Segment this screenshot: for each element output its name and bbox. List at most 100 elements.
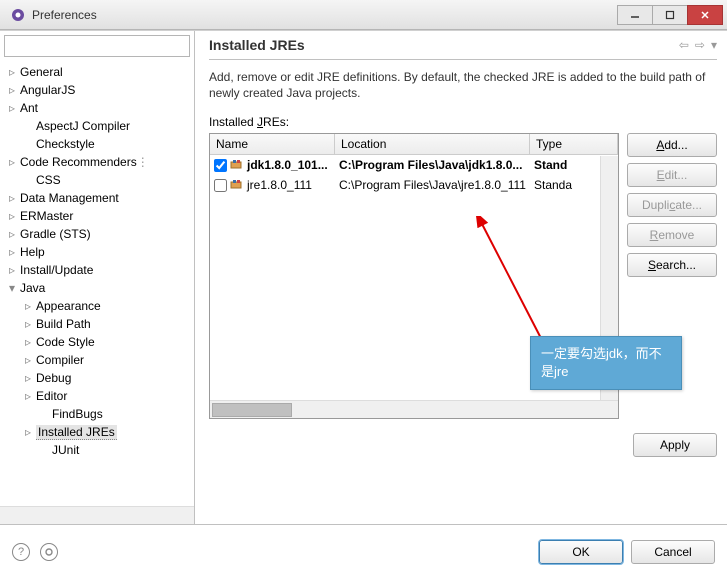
window-controls [618, 5, 723, 25]
back-icon[interactable]: ⇦ [679, 38, 689, 52]
tree-item-install-update[interactable]: ▹Install/Update [0, 261, 194, 279]
table-row[interactable]: jre1.8.0_111C:\Program Files\Java\jre1.8… [210, 175, 618, 195]
chevron-right-icon[interactable]: ▹ [6, 246, 18, 258]
table-header: Name Location Type [210, 134, 618, 155]
chevron-right-icon[interactable]: ▹ [22, 300, 34, 312]
title-bar: Preferences [0, 0, 727, 30]
tree-item-editor[interactable]: ▹Editor [0, 387, 194, 405]
tree-item-gradle-sts-[interactable]: ▹Gradle (STS) [0, 225, 194, 243]
help-icons: ? [12, 543, 539, 561]
tree-item-code-recommenders[interactable]: ▹Code Recommenders ⋮ [0, 153, 194, 171]
filter-input[interactable] [4, 35, 190, 57]
help-icon[interactable]: ? [12, 543, 30, 561]
chevron-right-icon[interactable]: ▹ [22, 318, 34, 330]
chevron-right-icon[interactable]: ▹ [22, 372, 34, 384]
blank-icon[interactable] [22, 120, 34, 132]
tree-item-debug[interactable]: ▹Debug [0, 369, 194, 387]
blank-icon[interactable] [38, 444, 50, 456]
tree-item-label: Code Style [36, 335, 95, 349]
maximize-button[interactable] [652, 5, 688, 25]
tree-item-label: Gradle (STS) [20, 227, 91, 241]
chevron-down-icon[interactable]: ▾ [6, 282, 18, 294]
tree-item-general[interactable]: ▹General [0, 63, 194, 81]
tree-item-css[interactable]: CSS [0, 171, 194, 189]
tree-item-label: Build Path [36, 317, 91, 331]
cancel-button[interactable]: Cancel [631, 540, 715, 564]
col-location[interactable]: Location [335, 134, 530, 154]
dialog-buttons: OK Cancel [539, 540, 715, 564]
jre-table[interactable]: Name Location Type jdk1.8.0_101...C:\Pro… [209, 133, 619, 419]
col-name[interactable]: Name [210, 134, 335, 154]
tree-item-label: FindBugs [52, 407, 103, 421]
chevron-right-icon[interactable]: ▹ [6, 102, 18, 114]
tree-item-help[interactable]: ▹Help [0, 243, 194, 261]
col-type[interactable]: Type [530, 134, 618, 154]
duplicate-button[interactable]: Duplicate... [627, 193, 717, 217]
tree-item-checkstyle[interactable]: Checkstyle [0, 135, 194, 153]
chevron-right-icon[interactable]: ▹ [22, 390, 34, 402]
preferences-tree[interactable]: ▹General▹AngularJS▹AntAspectJ CompilerCh… [0, 61, 194, 506]
remove-button[interactable]: Remove [627, 223, 717, 247]
tree-item-appearance[interactable]: ▹Appearance [0, 297, 194, 315]
tree-item-aspectj-compiler[interactable]: AspectJ Compiler [0, 117, 194, 135]
chevron-right-icon[interactable]: ▹ [22, 426, 34, 438]
import-export-icon[interactable] [40, 543, 58, 561]
tree-item-build-path[interactable]: ▹Build Path [0, 315, 194, 333]
tree-item-data-management[interactable]: ▹Data Management [0, 189, 194, 207]
tree-item-installed-jres[interactable]: ▹Installed JREs [0, 423, 194, 441]
page-title: Installed JREs [209, 37, 679, 53]
page-description: Add, remove or edit JRE definitions. By … [209, 70, 717, 101]
tree-item-compiler[interactable]: ▹Compiler [0, 351, 194, 369]
tree-item-junit[interactable]: JUnit [0, 441, 194, 459]
cell-name: jdk1.8.0_101... [210, 158, 335, 172]
tree-item-findbugs[interactable]: FindBugs [0, 405, 194, 423]
tree-item-label: JUnit [52, 443, 79, 457]
search-button[interactable]: Search... [627, 253, 717, 277]
tree-item-code-style[interactable]: ▹Code Style [0, 333, 194, 351]
close-button[interactable] [687, 5, 723, 25]
chevron-right-icon[interactable]: ▹ [22, 336, 34, 348]
chevron-right-icon[interactable]: ▹ [6, 156, 18, 168]
tree-item-label: Debug [36, 371, 71, 385]
edit-button[interactable]: Edit... [627, 163, 717, 187]
table-row[interactable]: jdk1.8.0_101...C:\Program Files\Java\jdk… [210, 155, 618, 175]
tree-item-label: ERMaster [20, 209, 73, 223]
tree-item-ant[interactable]: ▹Ant [0, 99, 194, 117]
chevron-right-icon[interactable]: ▹ [6, 228, 18, 240]
tree-item-label: Install/Update [20, 263, 93, 277]
blank-icon[interactable] [38, 408, 50, 420]
blank-icon[interactable] [22, 174, 34, 186]
table-h-scrollbar[interactable] [210, 400, 618, 418]
jre-library-icon [230, 179, 244, 191]
chevron-right-icon[interactable]: ▹ [6, 264, 18, 276]
tree-item-ermaster[interactable]: ▹ERMaster [0, 207, 194, 225]
clip-indicator: ⋮ [137, 155, 149, 169]
chevron-right-icon[interactable]: ▹ [6, 66, 18, 78]
tree-item-java[interactable]: ▾Java [0, 279, 194, 297]
jre-checkbox[interactable] [214, 179, 227, 192]
left-pane: ▹General▹AngularJS▹AntAspectJ CompilerCh… [0, 31, 195, 524]
right-pane: Installed JREs ⇦ ⇨ ▾ Add, remove or edit… [195, 31, 727, 524]
table-v-scrollbar[interactable] [600, 156, 618, 400]
cell-location: C:\Program Files\Java\jdk1.8.0... [335, 158, 530, 172]
ok-button[interactable]: OK [539, 540, 623, 564]
add-button[interactable]: Add... [627, 133, 717, 157]
minimize-button[interactable] [617, 5, 653, 25]
tree-item-angularjs[interactable]: ▹AngularJS [0, 81, 194, 99]
tree-item-label: Help [20, 245, 45, 259]
menu-dropdown-icon[interactable]: ▾ [711, 38, 717, 52]
table-label: Installed JREs: [209, 115, 717, 129]
blank-icon[interactable] [22, 138, 34, 150]
tree-item-label: CSS [36, 173, 61, 187]
jre-library-icon [230, 159, 244, 171]
chevron-right-icon[interactable]: ▹ [6, 84, 18, 96]
jre-checkbox[interactable] [214, 159, 227, 172]
chevron-right-icon[interactable]: ▹ [22, 354, 34, 366]
tree-item-label: Code Recommenders [20, 155, 137, 169]
chevron-right-icon[interactable]: ▹ [6, 192, 18, 204]
chevron-right-icon[interactable]: ▹ [6, 210, 18, 222]
forward-icon[interactable]: ⇨ [695, 38, 705, 52]
apply-button[interactable]: Apply [633, 433, 717, 457]
horiz-scrollbar[interactable] [0, 506, 194, 524]
cell-location: C:\Program Files\Java\jre1.8.0_111 [335, 178, 530, 192]
